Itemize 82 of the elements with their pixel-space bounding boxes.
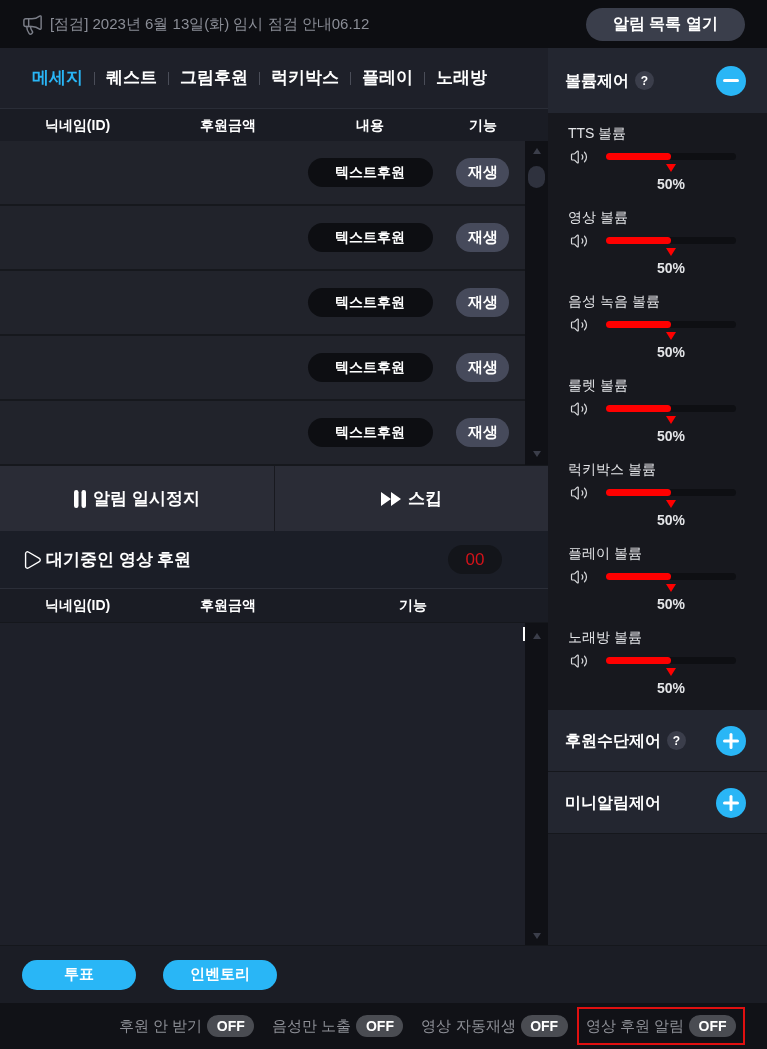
tab[interactable]: 럭키박스 [271, 65, 339, 91]
queue-title: 대기중인 영상 후원 [46, 548, 192, 571]
tab[interactable]: 그림후원 [180, 65, 248, 91]
play-button[interactable]: 재생 [456, 223, 509, 252]
section-title: 후원수단제어 [565, 730, 661, 751]
volume-reading: 50% [657, 343, 685, 361]
toggle-switch[interactable]: OFF [689, 1015, 736, 1037]
volume-label: TTS 볼륨 [568, 124, 627, 143]
plus-icon [723, 732, 739, 749]
plus-icon [723, 794, 739, 811]
play-button[interactable]: 재생 [456, 288, 509, 317]
volume-reading: 50% [657, 175, 685, 193]
play-button[interactable]: 재생 [456, 158, 509, 187]
speaker-icon [568, 316, 590, 334]
volume-reading: 50% [657, 679, 685, 697]
column-header: 기능 [468, 115, 497, 135]
column-header: 닉네임(ID) [44, 596, 111, 615]
column-header: 후원금액 [199, 115, 256, 135]
expand-button[interactable] [716, 725, 746, 756]
slider-thumb-icon[interactable] [666, 500, 676, 508]
column-header: 기능 [398, 596, 427, 615]
speaker-icon [568, 400, 590, 418]
donation-type-tag: 텍스트후원 [307, 353, 433, 382]
toggle-switch[interactable]: OFF [520, 1015, 568, 1037]
slider-thumb-icon[interactable] [666, 332, 676, 340]
volume-label: 노래방 볼륨 [568, 628, 642, 647]
queue-count: 00 [448, 545, 502, 574]
volume-label: 음성 녹음 볼륨 [568, 292, 660, 311]
panel-title: 볼륨제어 [565, 70, 629, 91]
toggle-switch[interactable]: OFF [207, 1015, 255, 1037]
toggle-label: 음성만 노출 [272, 1015, 352, 1036]
donation-type-tag: 텍스트후원 [307, 158, 433, 187]
donation-type-tag: 텍스트후원 [307, 288, 433, 317]
pause-alerts-button[interactable]: 알림 일시정지 [0, 466, 274, 531]
megaphone-icon [21, 12, 44, 36]
play-button[interactable]: 재생 [456, 418, 509, 447]
speaker-icon [568, 484, 590, 502]
slider-thumb-icon[interactable] [666, 416, 676, 424]
volume-label: 룰렛 볼륨 [568, 376, 628, 395]
volume-label: 영상 볼륨 [568, 208, 628, 227]
tab[interactable]: 메세지 [32, 65, 83, 91]
toggle-label: 영상 후원 알림 [585, 1015, 684, 1036]
toggle-label: 영상 자동재생 [421, 1015, 516, 1036]
toggle-switch[interactable]: OFF [356, 1015, 404, 1037]
speaker-icon [568, 148, 590, 166]
column-header: 내용 [356, 115, 384, 135]
volume-reading: 50% [657, 511, 685, 529]
speaker-icon [568, 232, 590, 250]
minus-icon [723, 79, 739, 82]
slider-thumb-icon[interactable] [666, 668, 676, 676]
help-icon[interactable]: ? [667, 731, 686, 750]
scrollbar-thumb[interactable] [528, 166, 545, 188]
expand-button[interactable] [716, 787, 746, 818]
volume-label: 럭키박스 볼륨 [568, 460, 656, 479]
speaker-icon [568, 652, 590, 670]
pause-icon [73, 489, 86, 508]
help-icon[interactable]: ? [635, 71, 654, 90]
column-header: 닉네임(ID) [44, 115, 111, 135]
fast-forward-icon [380, 491, 401, 506]
donation-type-tag: 텍스트후원 [307, 223, 433, 252]
play-button[interactable]: 재생 [456, 353, 509, 382]
collapse-button[interactable] [716, 65, 746, 96]
section-title: 미니알림제어 [565, 792, 661, 813]
volume-reading: 50% [657, 595, 685, 613]
slider-thumb-icon[interactable] [666, 248, 676, 256]
column-header: 후원금액 [199, 596, 256, 615]
toggle-label: 후원 안 받기 [118, 1015, 203, 1036]
slider-thumb-icon[interactable] [666, 164, 676, 172]
open-alerts-button[interactable]: 알림 목록 열기 [586, 7, 745, 41]
donation-type-tag: 텍스트후원 [307, 418, 433, 447]
tab[interactable]: 퀘스트 [106, 65, 157, 91]
notice-text[interactable]: [점검] 2023년 6월 13일(화) 임시 점검 안내06.12 [50, 12, 370, 36]
tab[interactable]: 노래방 [436, 65, 487, 91]
slider-thumb-icon[interactable] [666, 584, 676, 592]
tab[interactable]: 플레이 [362, 65, 413, 91]
volume-reading: 50% [657, 259, 685, 277]
speaker-icon [568, 568, 590, 586]
scrollbar[interactable] [525, 141, 548, 465]
text-cursor-icon [523, 627, 525, 641]
volume-label: 플레이 볼륨 [568, 544, 642, 563]
skip-button[interactable]: 스킵 [274, 466, 548, 531]
volume-reading: 50% [657, 427, 685, 445]
